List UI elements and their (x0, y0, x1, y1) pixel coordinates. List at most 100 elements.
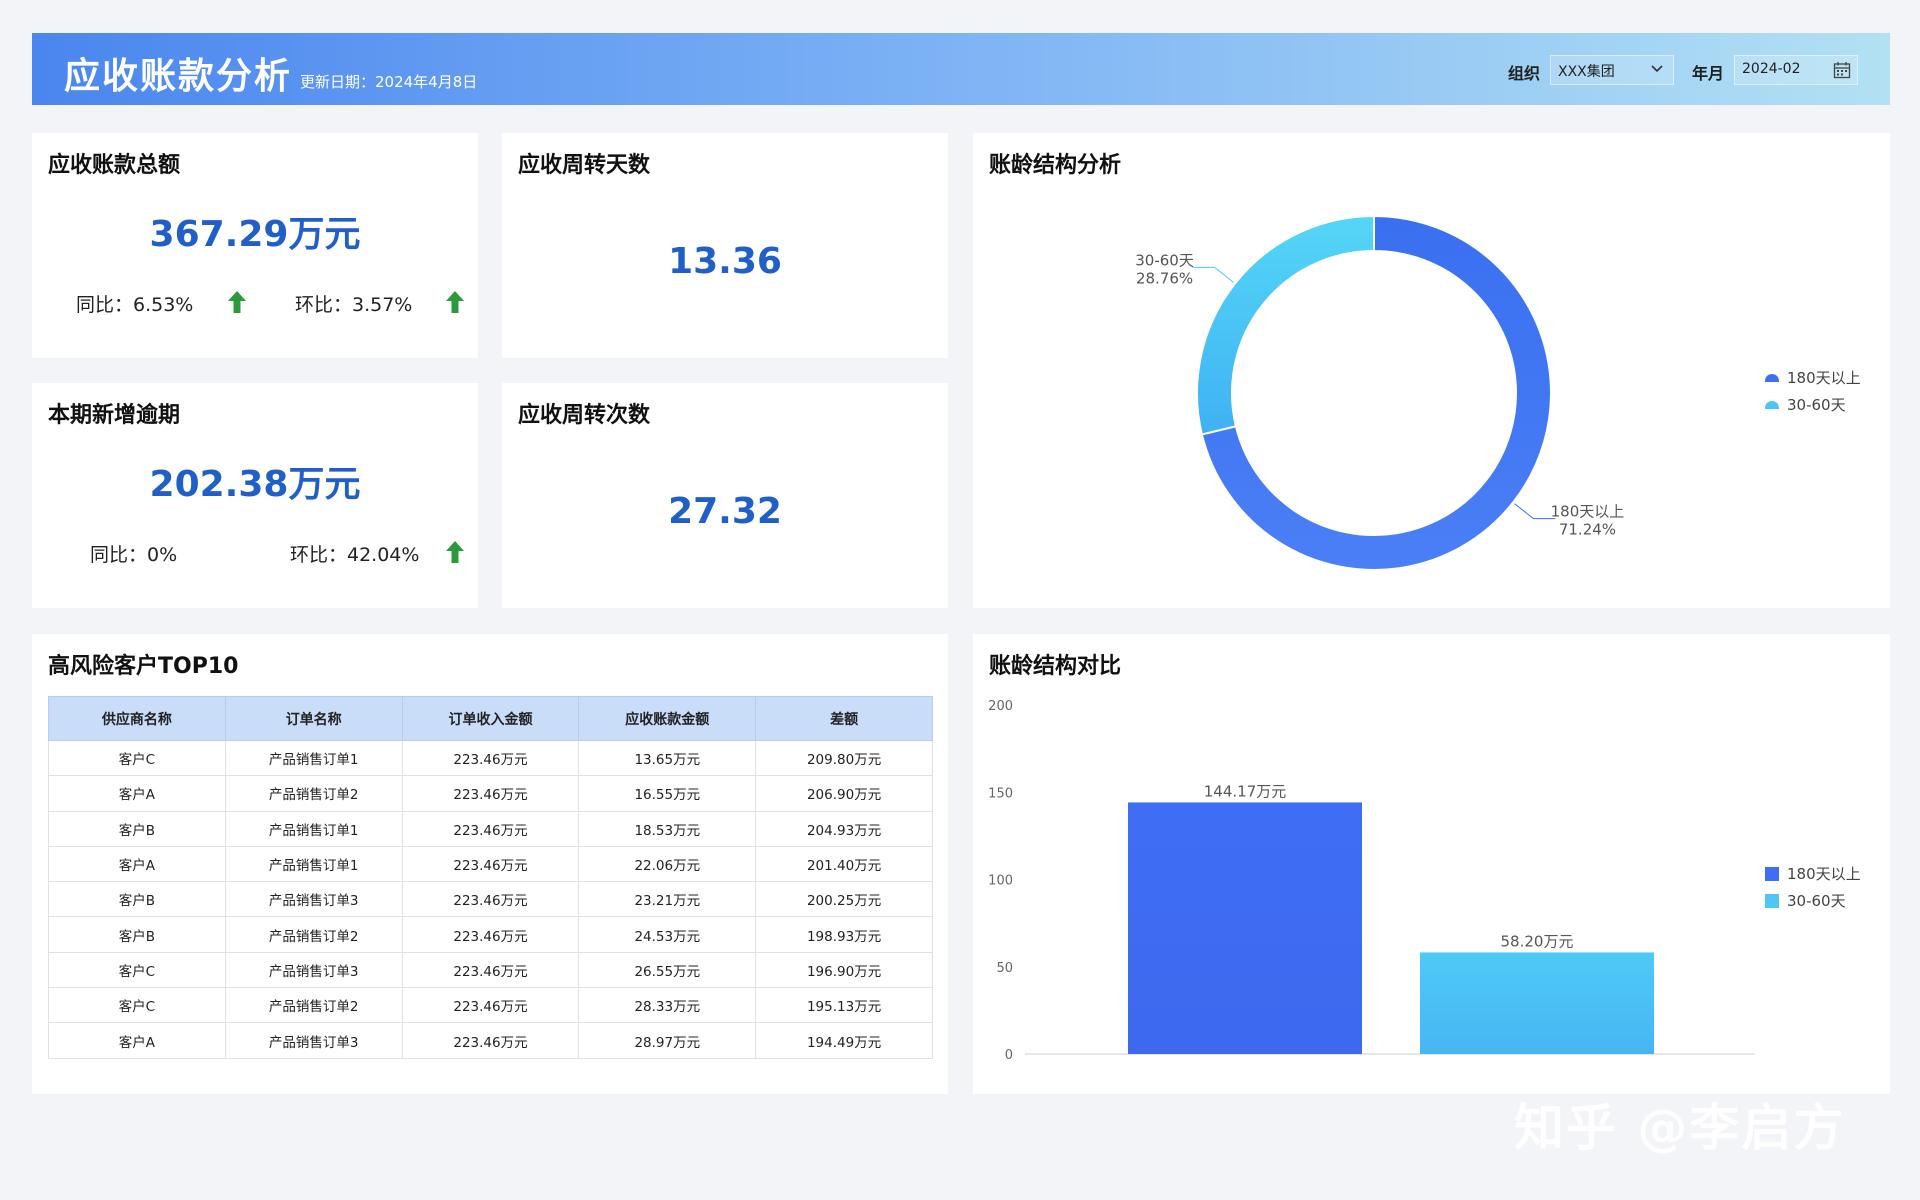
table-row[interactable]: 客户B 产品销售订单3 223.46万元 23.21万元 200.25万元 (48, 881, 933, 918)
bar-data-label: 144.17万元 (1204, 782, 1287, 800)
slice-leader-line (1192, 266, 1234, 283)
bar[interactable] (1420, 952, 1654, 1054)
kpi-card-turnover-days: 应收周转天数 13.36 (502, 133, 948, 358)
kpi-title: 应收周转次数 (518, 403, 651, 428)
org-select[interactable]: XXX集团 (1550, 55, 1674, 85)
org-label: 组织 (1508, 64, 1541, 83)
slice-leader-line (1514, 503, 1556, 520)
risk-table: 供应商名称 订单名称 订单收入金额 应收账款金额 差额 客户C 产品销售订单1 22… (48, 696, 933, 1059)
legend-label: 180天以上 (1787, 369, 1861, 387)
chevron-down-icon (1651, 65, 1663, 73)
legend-item[interactable]: 30-60天 (1765, 887, 1861, 914)
table-cell: 223.46万元 (401, 775, 580, 812)
table-row[interactable]: 客户C 产品销售订单2 223.46万元 28.33万元 195.13万元 (48, 987, 933, 1024)
calendar-icon (1833, 62, 1851, 79)
bar-legend: 180天以上 30-60天 (1765, 860, 1861, 914)
month-picker[interactable]: 2024-02 (1734, 55, 1858, 85)
kpi-title: 本期新增逾期 (48, 403, 181, 428)
table-cell: 客户A (48, 845, 226, 883)
table-row[interactable]: 客户A 产品销售订单2 223.46万元 16.55万元 206.90万元 (48, 775, 933, 812)
y-tick-label: 150 (988, 786, 1013, 801)
y-tick-label: 200 (988, 699, 1013, 714)
slice-name-label: 180天以上 (1551, 503, 1625, 521)
table-cell: 198.93万元 (755, 916, 933, 953)
aging-structure-card: 账龄结构分析 180天以上 71.24% 30-60天 28.76% 180天以上 3… (973, 133, 1890, 608)
table-cell: 24.53万元 (578, 916, 757, 953)
legend-item[interactable]: 180天以上 (1765, 860, 1861, 887)
table-cell: 客户A (48, 775, 226, 812)
table-cell: 194.49万元 (755, 1022, 933, 1059)
y-tick-label: 50 (996, 961, 1013, 976)
table-row[interactable]: 客户C 产品销售订单3 223.46万元 26.55万元 196.90万元 (48, 951, 933, 989)
table-cell: 206.90万元 (755, 775, 933, 812)
table-cell: 产品销售订单1 (224, 739, 403, 777)
table-cell: 223.46万元 (401, 845, 580, 883)
column-header[interactable]: 差额 (755, 696, 933, 741)
column-header[interactable]: 订单名称 (224, 696, 403, 741)
aging-bar-chart: 0 50 100 150 200 144.17万元 58.20万元 (988, 699, 1755, 1063)
legend-swatch (1765, 373, 1779, 382)
table-cell: 产品销售订单2 (224, 916, 403, 953)
donut-legend: 180天以上 30-60天 (1765, 364, 1861, 418)
kpi-value: 202.38万元 (149, 464, 361, 505)
table-cell: 产品销售订单2 (224, 775, 403, 812)
table-cell: 16.55万元 (578, 775, 757, 812)
watermark: 知乎 @李启方 (1514, 1099, 1846, 1157)
table-title: 高风险客户TOP10 (48, 654, 239, 679)
legend-item[interactable]: 30-60天 (1765, 391, 1861, 418)
table-cell: 客户C (48, 951, 226, 989)
table-cell: 223.46万元 (401, 739, 580, 777)
table-cell: 223.46万元 (401, 987, 580, 1024)
table-row[interactable]: 客户B 产品销售订单2 223.46万元 24.53万元 198.93万元 (48, 916, 933, 953)
kpi-card-turnover-times: 应收周转次数 27.32 (502, 383, 948, 608)
table-cell: 223.46万元 (401, 810, 580, 847)
table-cell: 产品销售订单3 (224, 951, 403, 989)
kpi-card-new-overdue: 本期新增逾期 202.38万元 同比：0% 环比：42.04% (32, 383, 478, 608)
table-cell: 客户B (48, 810, 226, 847)
table-cell: 22.06万元 (578, 845, 757, 883)
table-cell: 产品销售订单3 (224, 1022, 403, 1059)
legend-item[interactable]: 180天以上 (1765, 364, 1861, 391)
bar[interactable] (1128, 802, 1362, 1054)
kpi-yoy: 同比：6.53% (76, 294, 194, 316)
table-cell: 28.97万元 (578, 1022, 757, 1059)
arrow-up-icon (446, 291, 464, 313)
legend-swatch (1765, 400, 1779, 409)
y-tick-label: 0 (1005, 1048, 1013, 1063)
table-row[interactable]: 客户C 产品销售订单1 223.46万元 13.65万元 209.80万元 (48, 739, 933, 777)
arrow-up-icon (446, 541, 464, 563)
table-cell: 223.46万元 (401, 881, 580, 918)
legend-swatch (1765, 893, 1779, 908)
kpi-title: 应收账款总额 (48, 153, 181, 178)
table-row[interactable]: 客户B 产品销售订单1 223.46万元 18.53万元 204.93万元 (48, 810, 933, 847)
table-cell: 客户B (48, 881, 226, 918)
table-row[interactable]: 客户A 产品销售订单1 223.46万元 22.06万元 201.40万元 (48, 845, 933, 883)
table-cell: 204.93万元 (755, 810, 933, 847)
kpi-value: 367.29万元 (149, 214, 361, 255)
column-header[interactable]: 供应商名称 (48, 696, 226, 741)
table-cell: 13.65万元 (578, 739, 757, 777)
kpi-title: 应收周转天数 (518, 153, 651, 178)
kpi-value: 13.36 (668, 241, 782, 282)
table-cell: 26.55万元 (578, 951, 757, 989)
column-header[interactable]: 应收账款金额 (578, 696, 757, 741)
table-cell: 223.46万元 (401, 1022, 580, 1059)
month-picker-value: 2024-02 (1742, 61, 1801, 77)
risk-customers-card: 高风险客户TOP10 供应商名称 订单名称 订单收入金额 应收账款金额 差额 客… (32, 634, 948, 1094)
table-row[interactable]: 客户A 产品销售订单3 223.46万元 28.97万元 194.49万元 (48, 1022, 933, 1059)
table-cell: 200.25万元 (755, 881, 933, 918)
page-title: 应收账款分析 (64, 56, 293, 97)
slice-name-label: 30-60天 (1135, 251, 1194, 269)
table-cell: 23.21万元 (578, 881, 757, 918)
legend-label: 180天以上 (1787, 865, 1861, 883)
table-cell: 223.46万元 (401, 951, 580, 989)
table-cell: 客户B (48, 916, 226, 953)
table-cell: 客户C (48, 987, 226, 1024)
update-date: 更新日期：2024年4月8日 (300, 73, 478, 91)
column-header[interactable]: 订单收入金额 (401, 696, 580, 741)
aging-donut-chart: 180天以上71.24% 30-60天28.76% (1135, 214, 1625, 571)
table-cell: 201.40万元 (755, 845, 933, 883)
table-cell: 209.80万元 (755, 739, 933, 777)
donut-slice[interactable] (1196, 214, 1375, 436)
table-cell: 195.13万元 (755, 987, 933, 1024)
